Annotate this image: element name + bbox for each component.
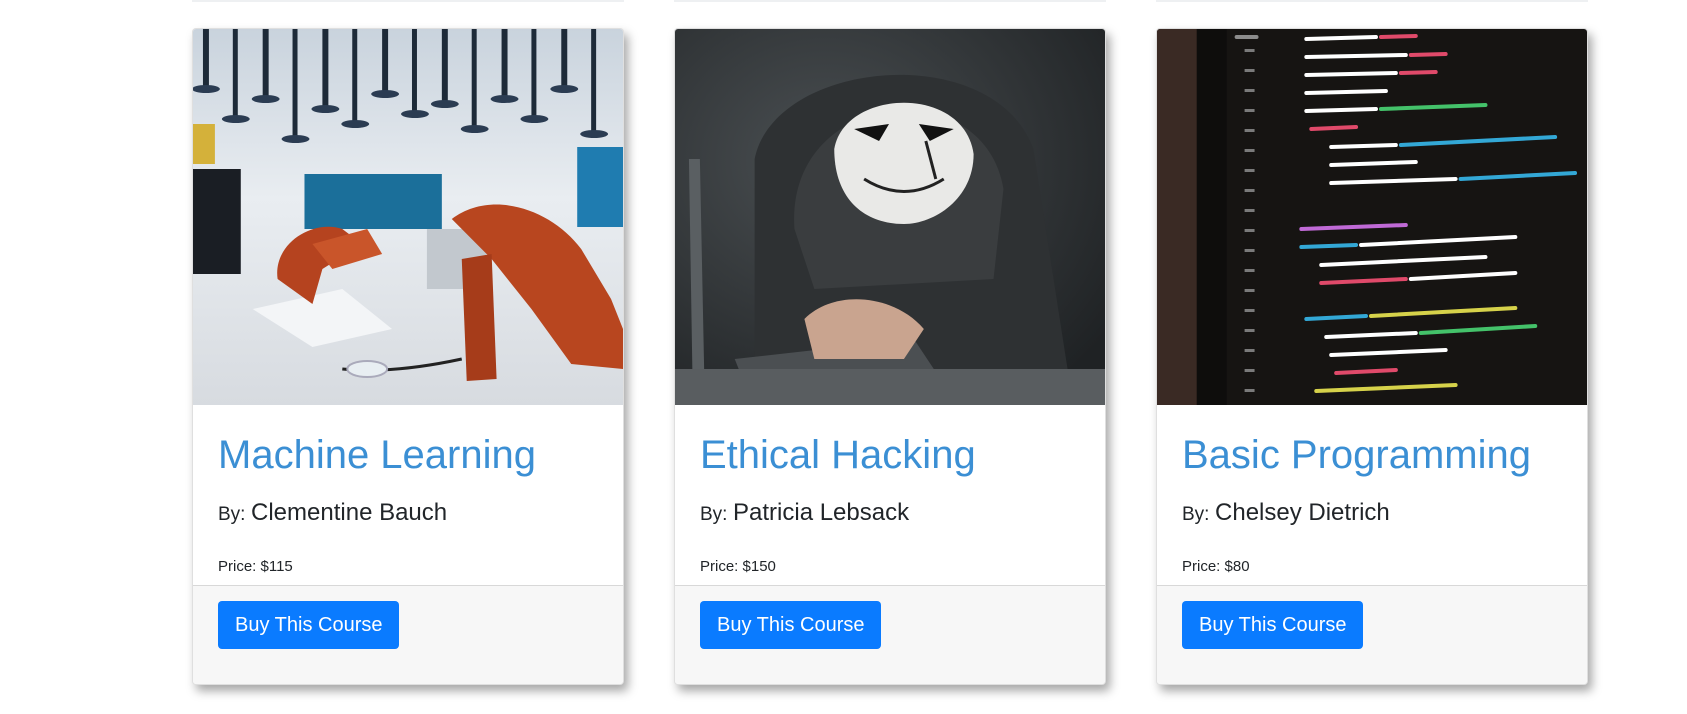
course-price: Price: $150 [700, 558, 776, 576]
buy-course-button[interactable]: Buy This Course [700, 601, 882, 649]
card-body: Basic Programming By: Chelsey Dietrich P… [1157, 405, 1587, 585]
course-card: Machine Learning By: Clementine Bauch Pr… [192, 28, 624, 685]
card-body: Machine Learning By: Clementine Bauch Pr… [193, 405, 623, 585]
author-name: Clementine Bauch [251, 499, 448, 526]
course-image-machine-learning [193, 29, 623, 405]
course-title[interactable]: Ethical Hacking [700, 431, 1080, 479]
course-image-ethical-hacking [675, 29, 1105, 405]
robot-arms-image [193, 29, 623, 405]
course-card: Ethical Hacking By: Patricia Lebsack Pri… [674, 28, 1106, 685]
masked-hacker-image [675, 29, 1105, 405]
course-author: By: Clementine Bauch [218, 497, 598, 528]
course-card: Basic Programming By: Chelsey Dietrich P… [1156, 28, 1588, 685]
card-footer: Buy This Course [193, 585, 623, 684]
card-body: Ethical Hacking By: Patricia Lebsack Pri… [675, 405, 1105, 585]
course-price: Price: $80 [1182, 558, 1250, 576]
previous-card-edge [674, 0, 1106, 2]
author-by-label: By: [700, 504, 728, 525]
course-author: By: Patricia Lebsack [700, 497, 1080, 528]
author-name: Patricia Lebsack [733, 499, 910, 526]
course-author: By: Chelsey Dietrich [1182, 497, 1562, 528]
card-footer: Buy This Course [675, 585, 1105, 684]
author-by-label: By: [1182, 504, 1210, 525]
course-title[interactable]: Basic Programming [1182, 431, 1562, 479]
course-price: Price: $115 [218, 558, 293, 576]
course-card-grid: Machine Learning By: Clementine Bauch Pr… [192, 28, 1588, 685]
buy-course-button[interactable]: Buy This Course [1182, 601, 1364, 649]
buy-course-button[interactable]: Buy This Course [218, 601, 400, 649]
card-footer: Buy This Course [1157, 585, 1587, 684]
page: Machine Learning By: Clementine Bauch Pr… [0, 0, 1687, 714]
author-by-label: By: [218, 504, 246, 525]
course-image-basic-programming [1157, 29, 1587, 405]
code-screen-image [1157, 29, 1587, 405]
previous-card-edge [192, 0, 624, 2]
course-title[interactable]: Machine Learning [218, 431, 598, 479]
author-name: Chelsey Dietrich [1215, 499, 1390, 526]
previous-card-edge [1156, 0, 1588, 2]
